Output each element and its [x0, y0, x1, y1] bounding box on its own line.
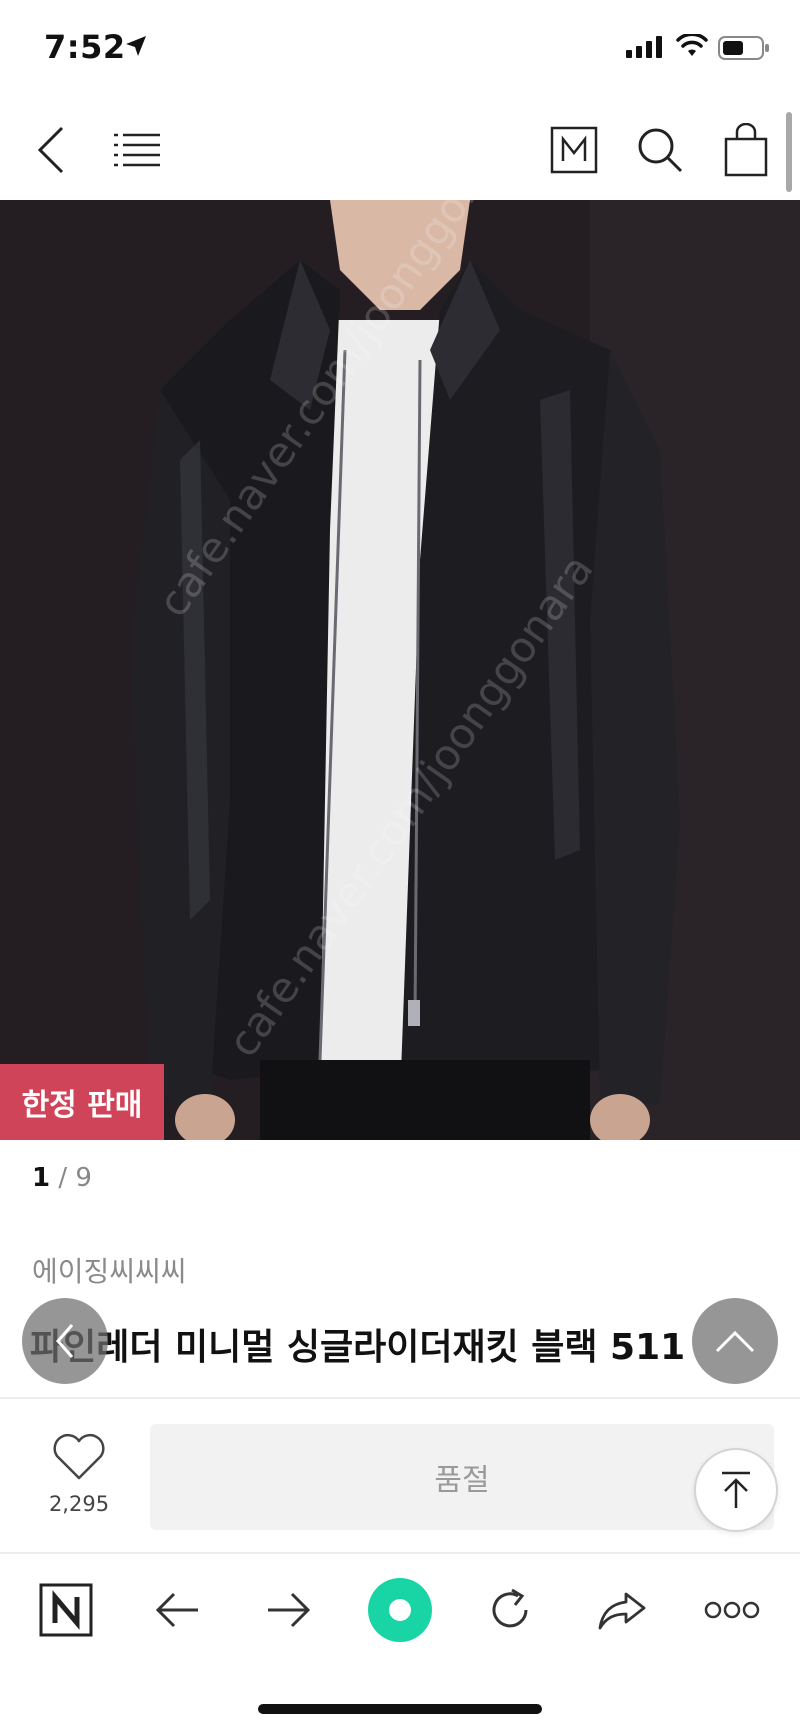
browser-forward-button[interactable] — [256, 1578, 320, 1642]
product-title: 파인레더 미니멀 싱글라이더재킷 블랙 511 — [30, 1327, 686, 1368]
brand-name[interactable]: 에이징씨씨씨 — [32, 1250, 187, 1290]
product-image[interactable]: cafe.naver.com/joonggonara cafe.naver.co… — [0, 200, 800, 1140]
floating-scroll-up-button[interactable] — [692, 1298, 778, 1384]
naver-n-icon — [39, 1583, 93, 1637]
chevron-up-icon — [715, 1330, 755, 1353]
limited-sale-badge: 한정 판매 — [0, 1064, 164, 1140]
like-count: 2,295 — [48, 1492, 110, 1516]
battery-icon — [718, 36, 769, 60]
wifi-icon — [676, 34, 708, 56]
browser-back-button[interactable] — [146, 1578, 210, 1642]
top-nav-bar — [0, 100, 800, 200]
naver-home-button[interactable] — [34, 1578, 98, 1642]
sold-out-button[interactable]: 품절 — [150, 1424, 774, 1530]
status-time: 7:52 — [44, 28, 126, 66]
home-indicator — [258, 1704, 542, 1714]
floating-prev-button[interactable] — [22, 1298, 108, 1384]
menu-icon — [114, 133, 160, 167]
location-arrow-icon — [126, 36, 146, 56]
jacket-photo: cafe.naver.com/joonggonara cafe.naver.co… — [0, 200, 800, 1140]
arrow-left-icon — [155, 1592, 198, 1628]
status-bar: 7:52 — [0, 0, 800, 100]
scroll-to-top-button[interactable] — [694, 1448, 778, 1532]
page-current: 1 — [32, 1163, 51, 1193]
search-icon — [638, 128, 683, 173]
more-icon — [704, 1601, 760, 1619]
arrow-up-to-top-icon — [722, 1471, 750, 1508]
back-button[interactable] — [24, 122, 80, 178]
image-page-indicator: 1 / 9 — [32, 1163, 92, 1193]
like-button[interactable]: 2,295 — [40, 1432, 118, 1522]
scroll-indicator — [786, 112, 792, 192]
cart-button[interactable] — [718, 122, 774, 178]
back-icon — [37, 126, 64, 174]
search-button[interactable] — [632, 122, 688, 178]
reload-icon — [492, 1588, 528, 1628]
menu-button[interactable] — [110, 122, 166, 178]
share-button[interactable] — [590, 1578, 654, 1642]
browser-toolbar — [0, 1554, 800, 1662]
m-icon — [550, 126, 598, 174]
chevron-left-icon — [56, 1324, 74, 1358]
heart-icon — [53, 1433, 105, 1480]
signal-icon — [626, 36, 662, 58]
share-icon — [598, 1592, 646, 1630]
green-dot-icon — [368, 1578, 432, 1642]
reload-button[interactable] — [478, 1578, 542, 1642]
page-separator: / — [50, 1163, 76, 1193]
shopping-bag-icon — [724, 123, 768, 177]
divider — [0, 1397, 800, 1399]
my-page-button[interactable] — [546, 122, 602, 178]
green-dot-button[interactable] — [366, 1576, 434, 1644]
more-button[interactable] — [700, 1578, 764, 1642]
page-total: 9 — [75, 1163, 92, 1193]
arrow-right-icon — [268, 1592, 311, 1628]
